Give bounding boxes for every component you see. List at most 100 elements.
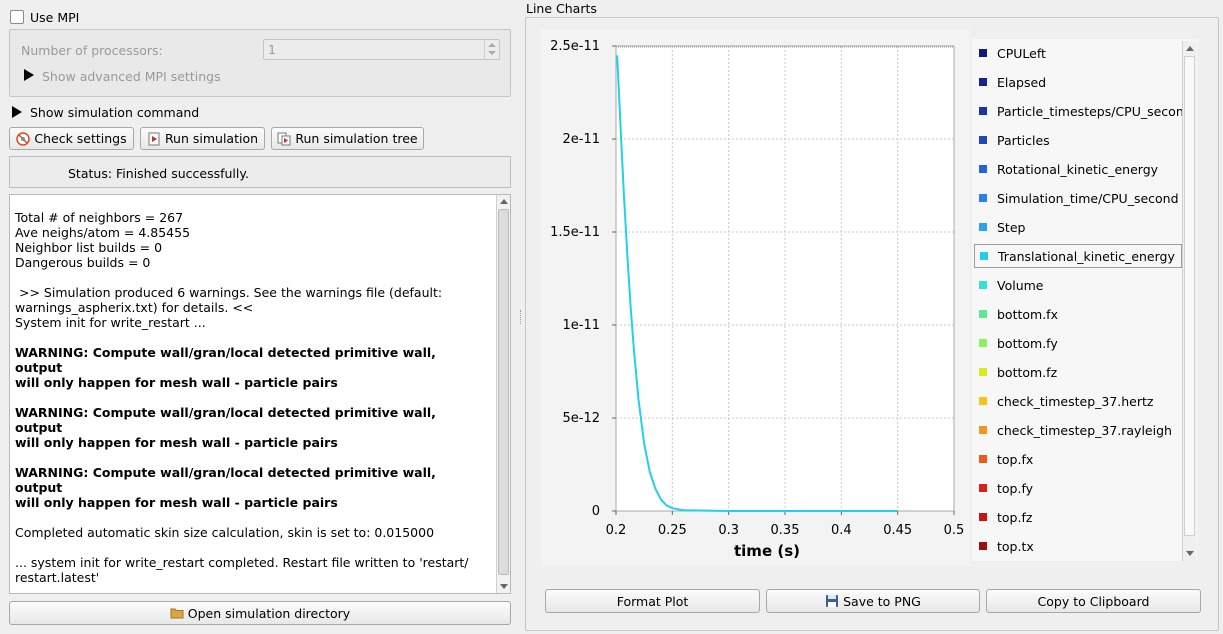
legend-swatch: [979, 513, 987, 521]
splitter-handle[interactable]: [520, 310, 523, 324]
y-tick-label: 2.5e-11: [550, 39, 600, 54]
mpi-settings-group: Number of processors: 1 Show advanced MP…: [9, 29, 511, 97]
run-tree-icon: [277, 132, 291, 145]
status-text: Status: Finished successfully.: [68, 166, 249, 181]
legend-item[interactable]: check_timestep_37.hertz: [974, 389, 1182, 413]
legend-swatch: [979, 165, 987, 173]
log-line: >> Simulation produced 6 warnings. See t…: [15, 285, 443, 330]
run-simulation-button[interactable]: Run simulation: [140, 127, 265, 150]
log-line: WARNING: Compute wall/gran/local detecte…: [15, 345, 436, 390]
save-png-label: Save to PNG: [843, 593, 921, 609]
y-tick-label: 0: [592, 504, 600, 519]
open-directory-button[interactable]: Open simulation directory: [9, 601, 511, 625]
legend-label: Elapsed: [997, 74, 1047, 90]
copy-clipboard-label: Copy to Clipboard: [1037, 593, 1150, 609]
legend-label: Step: [997, 219, 1026, 235]
save-png-button[interactable]: Save to PNG: [766, 589, 980, 613]
spinbox-arrows[interactable]: [484, 40, 499, 59]
legend-swatch: [979, 107, 987, 115]
legend-swatch: [980, 252, 988, 260]
y-tick-label: 1.5e-11: [550, 225, 600, 240]
use-mpi-label: Use MPI: [30, 10, 80, 25]
scroll-down-icon[interactable]: [500, 584, 508, 589]
legend-label: Volume: [997, 277, 1044, 293]
format-plot-button[interactable]: Format Plot: [545, 589, 760, 613]
x-tick-label: 0.4: [831, 523, 852, 538]
legend-item[interactable]: check_timestep_37.rayleigh: [974, 418, 1182, 442]
scroll-thumb[interactable]: [1184, 56, 1195, 536]
legend-item[interactable]: CPULeft: [974, 41, 1182, 65]
legend-label: top.tx: [997, 538, 1034, 554]
status-box: Status: Finished successfully.: [9, 156, 511, 188]
x-axis-label: time (s): [734, 542, 800, 560]
legend-item[interactable]: top.tx: [974, 534, 1182, 558]
copy-clipboard-button[interactable]: Copy to Clipboard: [986, 589, 1201, 613]
scroll-up-icon[interactable]: [1186, 46, 1194, 51]
run-simulation-label: Run simulation: [164, 131, 259, 146]
log-line: Dangerous builds = 0: [15, 255, 151, 270]
line-chart[interactable]: 0.2 0.25 0.3 0.35 0.4 0.45 0.5 0 5e-12 1e-11 1.5e-…: [541, 29, 970, 566]
check-settings-icon: [16, 131, 31, 146]
processors-spinbox[interactable]: 1: [263, 39, 500, 60]
legend-swatch: [979, 194, 987, 202]
log-line: ... system init for write_restart comple…: [15, 555, 469, 585]
legend-swatch: [979, 78, 987, 86]
processors-label: Number of processors:: [21, 43, 163, 58]
legend-swatch: [979, 310, 987, 318]
legend-swatch: [979, 368, 987, 376]
expand-arrow-icon[interactable]: [24, 69, 34, 81]
x-tick-label: 0.35: [771, 523, 800, 538]
check-settings-button[interactable]: Check settings: [9, 127, 134, 150]
legend-label: Rotational_kinetic_energy: [997, 161, 1159, 177]
log-scrollbar[interactable]: [496, 195, 510, 593]
legend-swatch: [979, 136, 987, 144]
legend-item[interactable]: bottom.fz: [974, 360, 1182, 384]
panel-title: Line Charts: [526, 1, 597, 16]
y-tick-label: 1e-11: [562, 318, 600, 333]
sim-command-toggle[interactable]: Show simulation command: [30, 105, 199, 120]
legend-scrollbar[interactable]: [1182, 41, 1196, 561]
legend-label: bottom.fz: [997, 364, 1058, 380]
legend-item[interactable]: Volume: [974, 273, 1182, 297]
legend-swatch: [979, 542, 987, 550]
legend-item[interactable]: Particle_timesteps/CPU_second: [974, 99, 1192, 123]
run-simulation-tree-button[interactable]: Run simulation tree: [271, 127, 424, 150]
legend-swatch: [979, 339, 987, 347]
folder-icon: [170, 608, 184, 619]
legend-item[interactable]: top.fz: [974, 505, 1182, 529]
x-tick-label: 0.45: [883, 523, 912, 538]
use-mpi-checkbox[interactable]: [10, 10, 24, 24]
legend-item[interactable]: bottom.fy: [974, 331, 1182, 355]
log-line: WARNING: Compute wall/gran/local detecte…: [15, 405, 436, 450]
legend-item[interactable]: top.fx: [974, 447, 1182, 471]
x-tick-label: 0.2: [606, 523, 627, 538]
log-line: Ave neighs/atom = 4.85455: [15, 225, 191, 240]
scroll-thumb[interactable]: [498, 209, 509, 575]
legend-swatch: [979, 426, 987, 434]
legend-swatch: [979, 484, 987, 492]
x-tick-label: 0.25: [658, 523, 687, 538]
legend-swatch: [979, 223, 987, 231]
scroll-down-icon[interactable]: [1186, 551, 1194, 556]
log-line: Total # of neighbors = 267: [15, 210, 184, 225]
legend-item[interactable]: Translational_kinetic_energy: [974, 244, 1182, 268]
legend-item[interactable]: Step: [974, 215, 1182, 239]
legend-item[interactable]: Elapsed: [974, 70, 1182, 94]
simulation-log[interactable]: Total # of neighbors = 267 Ave neighs/ato…: [9, 194, 511, 594]
legend-label: check_timestep_37.rayleigh: [997, 422, 1172, 438]
legend-item[interactable]: top.fy: [974, 476, 1182, 500]
advanced-mpi-toggle[interactable]: Show advanced MPI settings: [42, 69, 221, 84]
expand-arrow-icon[interactable]: [12, 106, 22, 118]
legend-item[interactable]: bottom.fx: [974, 302, 1182, 326]
spin-up-icon[interactable]: [488, 43, 496, 47]
legend-swatch: [979, 397, 987, 405]
spin-down-icon[interactable]: [488, 51, 496, 55]
open-directory-label: Open simulation directory: [187, 605, 351, 621]
legend-item[interactable]: Particles: [974, 128, 1182, 152]
legend-item[interactable]: Simulation_time/CPU_second: [974, 186, 1182, 210]
scroll-up-icon[interactable]: [500, 199, 508, 204]
legend-item[interactable]: Rotational_kinetic_energy: [974, 157, 1182, 181]
